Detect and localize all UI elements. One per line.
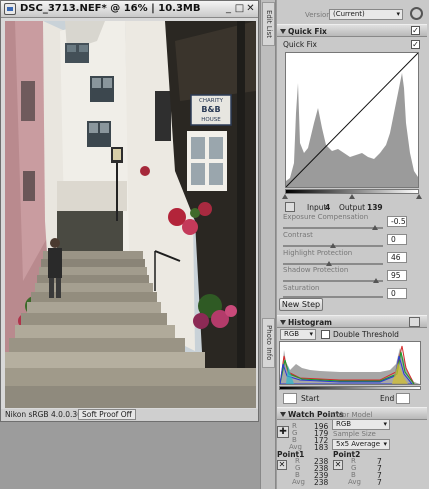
output-value: 139 xyxy=(367,203,383,212)
histogram-collapse-icon[interactable] xyxy=(280,320,286,325)
double-threshold-checkbox[interactable] xyxy=(321,330,330,339)
eyedropper-icon[interactable] xyxy=(285,202,295,212)
version-label: Version xyxy=(305,11,331,19)
midpoint-handle[interactable] xyxy=(349,194,355,199)
gear-icon[interactable] xyxy=(410,7,423,20)
start-label: Start xyxy=(301,394,320,403)
end-label: End xyxy=(380,394,395,403)
quick-fix-label: Quick Fix xyxy=(283,40,317,49)
contrast-slider-thumb[interactable] xyxy=(330,243,336,248)
adjustment-panel: Version (Current) Quick Fix ✓ Quick Fix … xyxy=(277,0,429,489)
image-window-titlebar[interactable]: DSC_3713.NEF* @ 16% | 10.3MB _ □ ✕ xyxy=(1,1,258,18)
point1-label: Point1 xyxy=(277,450,305,459)
shadow-slider-track[interactable] xyxy=(283,280,383,282)
p1-value-avg: 238 xyxy=(314,478,329,487)
white-point-handle[interactable] xyxy=(416,194,422,199)
minimize-button[interactable]: _ xyxy=(223,4,234,15)
alley-photo: CHARITY B&B HOUSE xyxy=(5,21,256,408)
contrast-field[interactable]: 0 xyxy=(387,234,407,245)
top-value-avg: 183 xyxy=(314,443,329,452)
restore-button[interactable]: □ xyxy=(234,4,245,15)
sign-text-charity: CHARITY xyxy=(199,98,224,104)
highlight-field[interactable]: 46 xyxy=(387,252,407,263)
tone-curve-graph[interactable] xyxy=(285,52,419,188)
exposure-slider-thumb[interactable] xyxy=(372,225,378,230)
histogram-options-icon[interactable] xyxy=(409,317,420,327)
quick-fix-enable-checkbox[interactable]: ✓ xyxy=(411,26,420,35)
version-select[interactable]: (Current) xyxy=(329,9,403,20)
histogram-header-label: Histogram xyxy=(288,318,332,327)
add-watch-point-icon[interactable]: ✚ xyxy=(277,426,289,438)
image-window-title: DSC_3713.NEF* @ 16% | 10.3MB xyxy=(20,3,201,14)
sign-text-house: HOUSE xyxy=(201,117,221,123)
p2-value-avg: 7 xyxy=(377,478,382,487)
color-model-label: Color Model xyxy=(331,411,373,419)
histogram-graph[interactable] xyxy=(279,341,421,385)
input-value: 4 xyxy=(325,203,331,212)
double-threshold-label: Double Threshold xyxy=(333,330,399,339)
shadow-field[interactable]: 95 xyxy=(387,270,407,281)
sign-text-bb: B&B xyxy=(201,105,220,114)
color-model-select[interactable]: RGB xyxy=(332,419,390,430)
end-field[interactable] xyxy=(396,393,410,404)
exposure-slider-track[interactable] xyxy=(283,227,383,229)
quick-fix-header-label: Quick Fix xyxy=(288,27,327,36)
photo-info-tab[interactable]: Photo Info xyxy=(262,318,275,368)
point2-label: Point2 xyxy=(333,450,361,459)
saturation-field[interactable]: 0 xyxy=(387,288,407,299)
edit-list-tab[interactable]: Edit List xyxy=(262,2,275,46)
panel-side-strip: Edit List Photo Info xyxy=(260,0,276,489)
collapse-triangle-icon[interactable] xyxy=(280,29,286,34)
rgb-histogram xyxy=(279,345,420,385)
soft-proof-toggle[interactable]: Soft Proof Off xyxy=(78,409,136,420)
point2-remove-icon[interactable]: ✕ xyxy=(333,460,343,470)
new-step-button[interactable]: New Step xyxy=(279,298,323,311)
document-icon xyxy=(4,3,16,15)
contrast-label: Contrast xyxy=(283,231,313,239)
exposure-field[interactable]: -0.5 xyxy=(387,216,407,227)
histogram-channel-select[interactable]: RGB xyxy=(280,329,316,340)
photo-canvas[interactable]: CHARITY B&B HOUSE xyxy=(5,21,256,408)
quick-fix-checkbox[interactable]: ✓ xyxy=(411,40,420,49)
shadow-protection-label: Shadow Protection xyxy=(283,266,349,274)
histogram-header[interactable]: Histogram xyxy=(277,315,427,328)
quick-fix-header[interactable]: Quick Fix ✓ xyxy=(277,24,427,37)
saturation-label: Saturation xyxy=(283,284,320,292)
watch-points-collapse-icon[interactable] xyxy=(280,412,286,417)
start-field[interactable] xyxy=(283,393,297,404)
histogram-gradient xyxy=(279,386,421,390)
p1-channel-avg: Avg xyxy=(292,478,305,486)
highlight-protection-label: Highlight Protection xyxy=(283,249,353,257)
output-label: Output xyxy=(339,203,366,212)
tone-curve-histogram xyxy=(285,52,419,188)
sample-size-select[interactable]: 5x5 Average xyxy=(332,439,390,450)
input-label: Input xyxy=(307,203,327,212)
shadow-slider-thumb[interactable] xyxy=(373,278,379,283)
close-button[interactable]: ✕ xyxy=(245,4,256,15)
point1-remove-icon[interactable]: ✕ xyxy=(277,460,287,470)
image-status-bar: Nikon sRGB 4.0.0.3002 Soft Proof Off xyxy=(1,409,258,421)
black-point-handle[interactable] xyxy=(282,194,288,199)
image-window: DSC_3713.NEF* @ 16% | 10.3MB _ □ ✕ CHARI… xyxy=(0,0,259,422)
p2-channel-avg: Avg xyxy=(348,478,361,486)
exposure-label: Exposure Compensation xyxy=(283,213,369,221)
sample-size-label: Sample Size xyxy=(333,430,376,438)
highlight-slider-track[interactable] xyxy=(283,263,383,265)
